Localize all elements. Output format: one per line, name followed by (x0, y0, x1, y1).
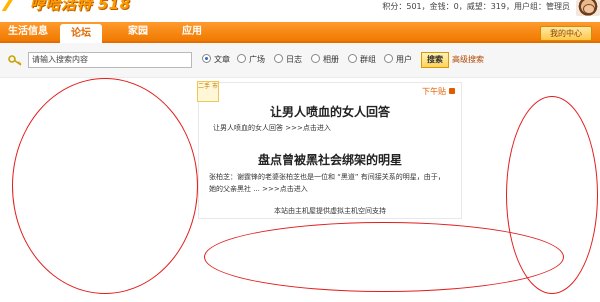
avatar-icon (576, 0, 600, 16)
annotation-ellipse-left (12, 78, 198, 294)
logo-mark: 7 (0, 0, 16, 14)
radio-label: 群组 (360, 55, 376, 64)
my-center-button[interactable]: 我的中心 (540, 26, 592, 41)
site-logo[interactable]: 7 哼哈活特 518 (0, 0, 170, 14)
search-button[interactable]: 搜索 (421, 52, 449, 68)
nav-tab-forum[interactable]: 论坛 (60, 24, 102, 43)
summary-text: 让男人喷血的女人回答 (213, 124, 283, 132)
read-more-link[interactable]: >>>点击进入 (262, 185, 308, 193)
nav-tab-home[interactable]: 家园 (118, 22, 158, 41)
logo-text: 哼哈活特 518 (30, 0, 131, 13)
headline-2-excerpt: 张柏芝：谢霆锋的老婆张柏芝也是一位和 “黑道” 有间接关系的明星，由于， 她的父… (209, 171, 457, 195)
avatar[interactable] (576, 0, 600, 16)
radio-album[interactable]: 相册 (311, 54, 339, 66)
radio-user[interactable]: 用户 (384, 54, 412, 66)
main-nav: 生活信息 论坛 家园 应用 我的中心 (0, 22, 600, 43)
radio-dot-icon (274, 54, 283, 63)
excerpt-line: 她的父亲黑社 ... (209, 185, 260, 193)
radio-group-opt[interactable]: 群组 (348, 54, 376, 66)
radio-label: 相册 (323, 55, 339, 64)
radio-blog[interactable]: 日志 (274, 54, 302, 66)
user-stats: 积分：501，金钱：0，威望：319，用户组：管理员 (382, 2, 570, 11)
headline-1-summary: 让男人喷血的女人回答 >>>点击进入 (213, 123, 331, 133)
radio-dot-icon (348, 54, 357, 63)
excerpt-line: 张柏芝：谢霆锋的老婆张柏芝也是一位和 “黑道” 有间接关系的明星，由于， (209, 173, 445, 181)
advanced-search-link[interactable]: 高级搜索 (452, 54, 484, 65)
headline-2[interactable]: 盘点曾被黑社会绑架的明星 (199, 151, 461, 168)
featured-card: 二手 市 下午贴 让男人喷血的女人回答 让男人喷血的女人回答 >>>点击进入 盘… (197, 81, 462, 219)
search-bar: 请输入搜索内容 文章 广场 日志 相册 群组 用户 搜索 高级搜索 (0, 43, 600, 78)
radio-dot-icon (384, 54, 393, 63)
corner-ribbon: 二手 市 (197, 81, 219, 102)
radio-article[interactable]: 文章 (202, 54, 230, 66)
key-icon (8, 55, 22, 66)
radio-label: 用户 (396, 55, 412, 64)
radio-label: 日志 (286, 55, 302, 64)
radio-dot-icon (237, 54, 246, 63)
radio-label: 广场 (249, 55, 265, 64)
read-more-link[interactable]: >>>点击进入 (285, 124, 331, 132)
nav-tab-apps[interactable]: 应用 (172, 22, 212, 41)
annotation-ellipse-bottom (204, 222, 564, 292)
radio-square[interactable]: 广场 (237, 54, 265, 66)
radio-label: 文章 (214, 55, 230, 64)
nav-tab-life-info[interactable]: 生活信息 (6, 22, 50, 41)
hosting-notice: 本站由主机屋提供虚拟主机空间支持 (274, 207, 386, 215)
radio-dot-icon (311, 54, 320, 63)
radio-dot-icon (202, 54, 211, 63)
search-input[interactable]: 请输入搜索内容 (28, 52, 192, 68)
headline-1[interactable]: 让男人喷血的女人回答 (199, 103, 461, 120)
card-tag[interactable]: 下午贴 (422, 86, 455, 97)
